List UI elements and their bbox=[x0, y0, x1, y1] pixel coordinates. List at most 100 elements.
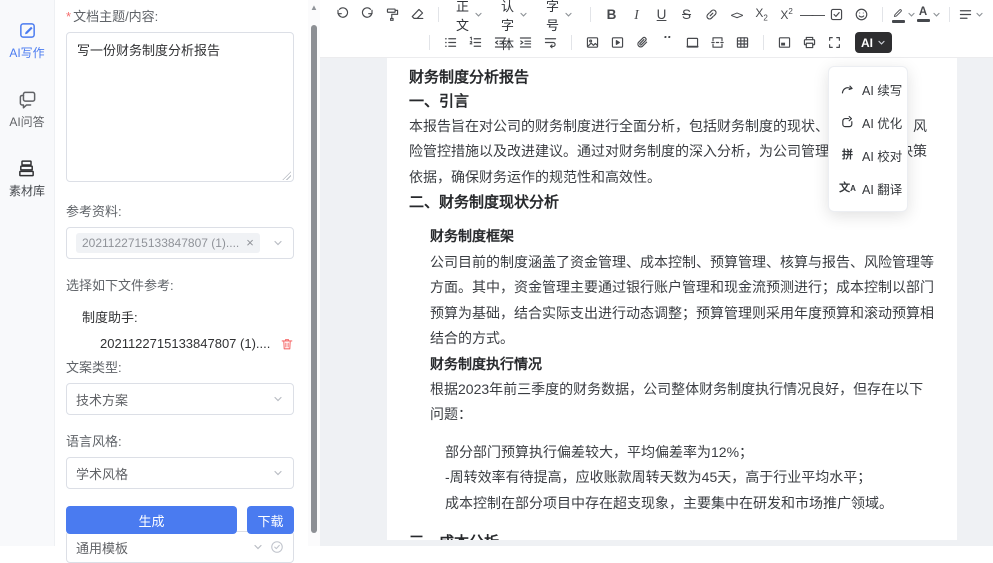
page-break-button[interactable] bbox=[705, 31, 730, 55]
task-list-icon bbox=[829, 7, 844, 22]
required-asterisk: * bbox=[66, 9, 71, 24]
blockquote-icon: “ bbox=[662, 36, 672, 50]
ordered-list-button[interactable] bbox=[463, 31, 488, 55]
doc-subheading-execution: 财务制度执行情况 bbox=[430, 352, 935, 377]
menu-item-ai-翻译[interactable]: 文AAI 翻译 bbox=[829, 172, 907, 205]
print-button[interactable] bbox=[797, 31, 822, 55]
redo-icon bbox=[360, 7, 375, 22]
eraser-button[interactable] bbox=[405, 3, 430, 27]
align-button[interactable] bbox=[958, 3, 983, 27]
menu-item-label: AI 校对 bbox=[862, 146, 902, 165]
menu-item-label: AI 续写 bbox=[862, 80, 902, 99]
file-name: 2021122715133847807 (1).... bbox=[100, 336, 274, 351]
ai-proofread-icon: 拼 bbox=[840, 148, 855, 163]
scroll-up-arrow-icon[interactable]: ▲ bbox=[310, 4, 318, 12]
reference-label: 参考资料: bbox=[66, 201, 294, 220]
redo-button[interactable] bbox=[355, 3, 380, 27]
ai-menu-button[interactable]: AI bbox=[855, 32, 892, 53]
font-color-icon: A bbox=[917, 7, 930, 22]
editor: 正文默认字体字号BIUS<>X2X2――A “AI 财务制度分析报告 一、引言 … bbox=[320, 0, 993, 546]
nav-rail: AI写作 AI问答素材库 bbox=[0, 0, 55, 546]
print-icon bbox=[802, 35, 817, 50]
font-family-dropdown[interactable]: 默认字体 bbox=[492, 3, 537, 27]
sidebar-item-label: AI写作 bbox=[9, 44, 44, 61]
download-button[interactable]: 下载 bbox=[247, 506, 294, 534]
style-label: 语言风格: bbox=[66, 431, 294, 450]
link-icon bbox=[704, 7, 719, 22]
horizontal-rule-button[interactable]: ―― bbox=[799, 3, 824, 27]
video-button[interactable] bbox=[605, 31, 630, 55]
embed-icon bbox=[777, 35, 792, 50]
eraser-icon bbox=[410, 7, 425, 22]
attachment-button[interactable] bbox=[630, 31, 655, 55]
indent-icon bbox=[518, 35, 533, 50]
scrollbar-thumb[interactable] bbox=[311, 25, 317, 533]
bold-icon: B bbox=[607, 7, 617, 22]
reference-select[interactable]: 2021122715133847807 (1).... × bbox=[66, 227, 294, 259]
menu-item-ai-优化[interactable]: AI 优化 bbox=[829, 106, 907, 139]
sidebar-item-ai-qa[interactable]: AI问答 bbox=[9, 89, 44, 130]
fullscreen-icon bbox=[827, 35, 842, 50]
highlight-color-icon bbox=[892, 7, 905, 23]
chat-bubbles-icon bbox=[17, 89, 37, 109]
remove-tag-icon[interactable]: × bbox=[246, 238, 254, 248]
task-list-button[interactable] bbox=[824, 3, 849, 27]
bold-button[interactable]: B bbox=[599, 3, 624, 27]
strikethrough-button[interactable]: S bbox=[674, 3, 699, 27]
ai-optimize-icon bbox=[840, 115, 855, 130]
emoji-button[interactable] bbox=[849, 3, 874, 27]
topic-input[interactable]: 写一份财务制度分析报告 bbox=[66, 32, 294, 182]
style-select[interactable]: 学术风格 bbox=[66, 457, 294, 489]
menu-item-label: AI 翻译 bbox=[862, 179, 902, 198]
outdent-icon bbox=[493, 35, 508, 50]
divider-block-button[interactable] bbox=[680, 31, 705, 55]
generate-button[interactable]: 生成 bbox=[66, 506, 237, 534]
undo-button[interactable] bbox=[330, 3, 355, 27]
template-select[interactable]: 通用模板 bbox=[66, 531, 294, 563]
subscript-button[interactable]: X2 bbox=[749, 3, 774, 27]
outdent-button[interactable] bbox=[488, 31, 513, 55]
format-painter-icon bbox=[385, 7, 400, 22]
sidebar-item-label: AI问答 bbox=[9, 113, 44, 130]
image-button[interactable] bbox=[580, 31, 605, 55]
code-icon: <> bbox=[731, 8, 743, 22]
embed-button[interactable] bbox=[772, 31, 797, 55]
font-color-button[interactable]: A bbox=[916, 3, 941, 27]
divider-block-icon bbox=[685, 35, 700, 50]
toolbar-divider bbox=[949, 7, 950, 22]
menu-item-ai-校对[interactable]: 拼 AI 校对 bbox=[829, 139, 907, 172]
chevron-down-icon bbox=[272, 393, 284, 405]
reference-file-tag: 2021122715133847807 (1).... × bbox=[76, 233, 260, 253]
sidebar-item-ai-writing[interactable]: AI写作 bbox=[9, 20, 44, 61]
align-icon bbox=[958, 7, 973, 22]
font-size-dropdown[interactable]: 字号 bbox=[537, 3, 582, 27]
emoji-icon bbox=[854, 7, 869, 22]
file-row: 2021122715133847807 (1).... bbox=[100, 336, 294, 351]
toolbar-divider bbox=[763, 35, 764, 50]
check-circle-icon bbox=[270, 540, 284, 554]
list-item: 部分部门预算执行偏差较大，平均偏差率为12%； bbox=[445, 440, 935, 465]
italic-button[interactable]: I bbox=[624, 3, 649, 27]
format-painter-button[interactable] bbox=[380, 3, 405, 27]
sidebar-item-material-library[interactable]: 素材库 bbox=[9, 158, 45, 199]
table-button[interactable] bbox=[730, 31, 755, 55]
doc-paragraph: 公司目前的制度涵盖了资金管理、成本控制、预算管理、核算与报告、风险管理等方面。其… bbox=[430, 250, 935, 352]
superscript-button[interactable]: X2 bbox=[774, 3, 799, 27]
menu-item-ai-续写[interactable]: AI 续写 bbox=[829, 73, 907, 106]
link-button[interactable] bbox=[699, 3, 724, 27]
underline-button[interactable]: U bbox=[649, 3, 674, 27]
indent-button[interactable] bbox=[513, 31, 538, 55]
strikethrough-icon: S bbox=[682, 7, 691, 22]
highlight-color-button[interactable] bbox=[891, 3, 916, 27]
text-wrap-button[interactable] bbox=[538, 31, 563, 55]
doc-paragraph: 根据2023年前三季度的财务数据，公司整体财务制度执行情况良好，但存在以下问题： bbox=[430, 377, 935, 428]
bullet-list-button[interactable] bbox=[438, 31, 463, 55]
trash-icon[interactable] bbox=[280, 337, 294, 351]
code-button[interactable]: <> bbox=[724, 3, 749, 27]
paragraph-style-dropdown[interactable]: 正文 bbox=[447, 3, 492, 27]
fullscreen-button[interactable] bbox=[822, 31, 847, 55]
file-section-label: 选择如下文件参考: bbox=[66, 275, 294, 294]
copy-type-select[interactable]: 技术方案 bbox=[66, 383, 294, 415]
form-scrollbar[interactable]: ▲ bbox=[308, 0, 320, 546]
blockquote-button[interactable]: “ bbox=[655, 31, 680, 55]
